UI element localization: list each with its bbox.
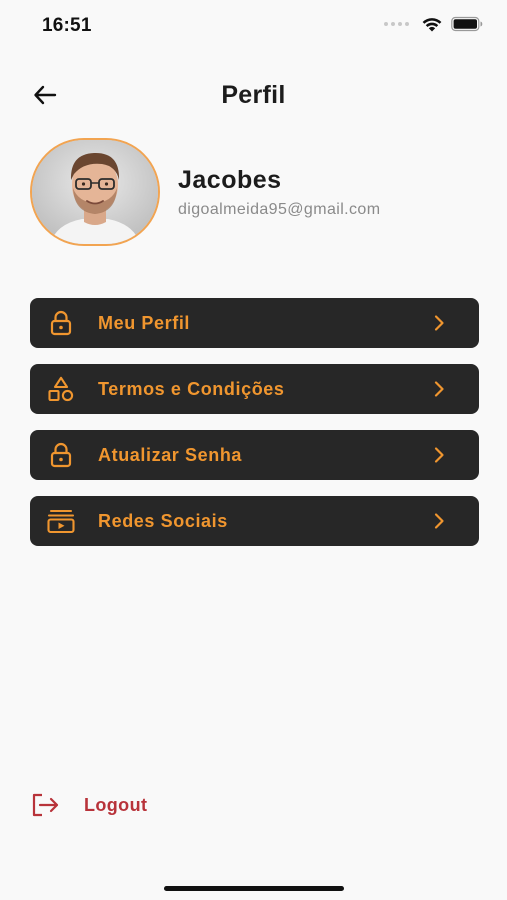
- profile-menu: Meu Perfil Termos e Condições Atualizar …: [30, 298, 479, 546]
- chevron-right-icon: [434, 513, 444, 529]
- user-name: Jacobes: [178, 166, 282, 194]
- status-icons: [384, 16, 483, 32]
- header: Perfil: [0, 70, 507, 120]
- avatar[interactable]: [30, 138, 160, 246]
- status-time: 16:51: [42, 15, 92, 36]
- user-email: digoalmeida95@gmail.com: [178, 201, 381, 218]
- avatar-photo: [32, 140, 158, 244]
- menu-item-label: Meu Perfil: [98, 312, 191, 333]
- page-title: Perfil: [221, 81, 286, 109]
- lock-icon: [46, 308, 76, 338]
- logout-button[interactable]: Logout: [30, 790, 190, 820]
- chevron-right-icon: [434, 381, 444, 397]
- chevron-right-icon: [434, 447, 444, 463]
- profile-card: Jacobes digoalmeida95@gmail.com: [30, 138, 480, 248]
- wifi-icon: [422, 18, 442, 32]
- video-library-icon: [46, 506, 76, 536]
- menu-item-termos-e-condicoes[interactable]: Termos e Condições: [30, 364, 479, 414]
- lock-icon: [46, 440, 76, 470]
- menu-item-redes-sociais[interactable]: Redes Sociais: [30, 496, 479, 546]
- menu-item-meu-perfil[interactable]: Meu Perfil: [30, 298, 479, 348]
- menu-item-label: Termos e Condições: [98, 378, 285, 399]
- signal-dots-icon: [384, 22, 409, 26]
- menu-item-atualizar-senha[interactable]: Atualizar Senha: [30, 430, 479, 480]
- logout-icon: [32, 793, 59, 817]
- chevron-right-icon: [434, 315, 444, 331]
- menu-item-label: Atualizar Senha: [98, 444, 243, 465]
- battery-icon: [451, 16, 483, 32]
- logout-label: Logout: [84, 794, 148, 815]
- home-indicator[interactable]: [164, 886, 344, 891]
- shapes-icon: [46, 374, 76, 404]
- status-bar: 16:51: [0, 0, 507, 54]
- menu-item-label: Redes Sociais: [98, 510, 228, 531]
